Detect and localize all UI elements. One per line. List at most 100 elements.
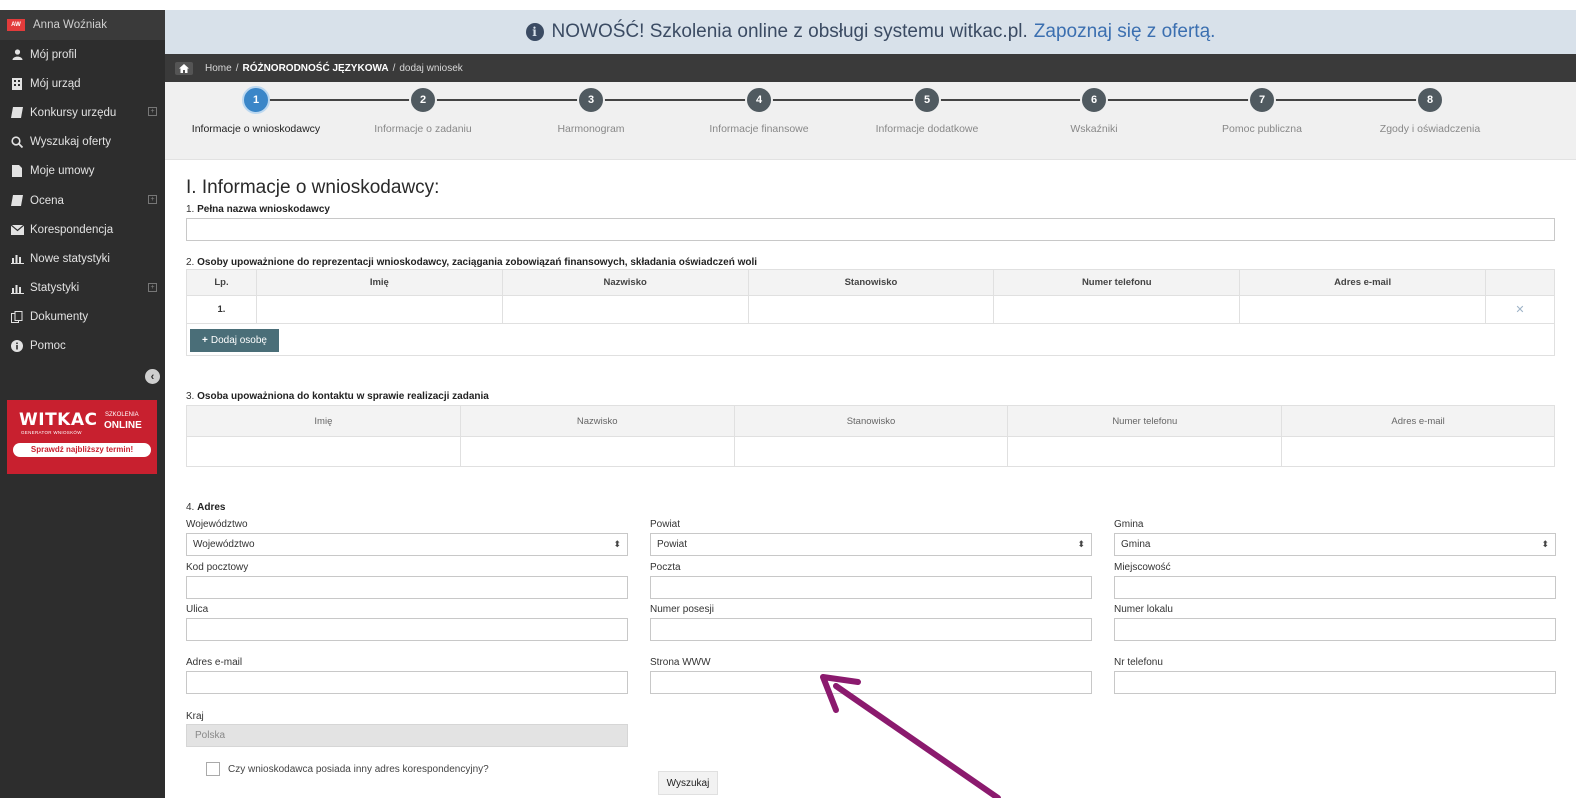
step-2[interactable]: 2 Informacje o zadaniu bbox=[343, 86, 503, 135]
sidebar-item-evaluation[interactable]: Ocena + bbox=[0, 186, 165, 215]
apartment-number-input[interactable] bbox=[1114, 618, 1556, 641]
last-name-cell[interactable] bbox=[501, 295, 749, 324]
info-icon bbox=[10, 340, 24, 353]
step-number: 7 bbox=[1248, 86, 1276, 114]
question-text: Osoby upoważnione do reprezentacji wnios… bbox=[197, 257, 758, 268]
first-name-cell[interactable] bbox=[186, 436, 461, 467]
applicant-name-input[interactable] bbox=[186, 218, 1555, 241]
breadcrumb-home[interactable]: Home bbox=[205, 63, 232, 74]
street-input[interactable] bbox=[186, 618, 628, 641]
step-number: 1 bbox=[242, 86, 270, 114]
step-7[interactable]: 7 Pomoc publiczna bbox=[1182, 86, 1342, 135]
house-number-input[interactable] bbox=[650, 618, 1092, 641]
ad-tag-big: ONLINE bbox=[104, 420, 142, 431]
column-header: Lp. bbox=[186, 269, 257, 296]
close-icon[interactable]: ✕ bbox=[1515, 304, 1524, 316]
sidebar-item-label: Ocena bbox=[30, 194, 64, 207]
step-6[interactable]: 6 Wskaźniki bbox=[1014, 86, 1174, 135]
expand-icon[interactable]: + bbox=[148, 282, 157, 292]
column-header: Nazwisko bbox=[501, 269, 749, 296]
step-1[interactable]: 1 Informacje o wnioskodawcy bbox=[176, 86, 336, 135]
select-arrows-icon: ⬍ bbox=[1077, 539, 1085, 549]
website-input[interactable] bbox=[650, 671, 1092, 694]
sidebar-item-contracts[interactable]: Moje umowy bbox=[0, 157, 165, 186]
step-label: Pomoc publiczna bbox=[1222, 123, 1302, 135]
step-label: Informacje o zadaniu bbox=[374, 123, 472, 135]
news-banner: i NOWOŚĆ! Szkolenia online z obsługi sys… bbox=[165, 10, 1576, 54]
breadcrumb-section[interactable]: RÓŻNORODNOŚĆ JĘZYKOWA bbox=[242, 63, 388, 74]
user-menu[interactable]: AW Anna Woźniak bbox=[0, 10, 165, 40]
step-5[interactable]: 5 Informacje dodatkowe bbox=[847, 86, 1007, 135]
expand-icon[interactable]: + bbox=[148, 194, 157, 204]
question-number: 1. bbox=[186, 204, 195, 215]
step-8[interactable]: 8 Zgody i oświadczenia bbox=[1350, 86, 1510, 135]
sidebar-item-help[interactable]: Pomoc bbox=[0, 332, 165, 361]
step-label: Informacje o wnioskodawcy bbox=[191, 123, 321, 135]
document-icon bbox=[10, 165, 24, 178]
step-label: Zgody i oświadczenia bbox=[1379, 123, 1481, 135]
country-label: Kraj bbox=[186, 711, 204, 722]
ad-cta[interactable]: Sprawdź najbliższy termin! bbox=[13, 443, 151, 457]
step-number: 6 bbox=[1080, 86, 1108, 114]
post-office-input[interactable] bbox=[650, 576, 1092, 599]
sidebar-item-label: Mój profil bbox=[30, 48, 77, 61]
county-select[interactable]: Powiat ⬍ bbox=[650, 533, 1092, 556]
info-icon: i bbox=[525, 23, 544, 41]
sidebar-item-competitions[interactable]: Konkursy urzędu + bbox=[0, 98, 165, 127]
position-cell[interactable] bbox=[733, 436, 1009, 467]
email-input[interactable] bbox=[186, 671, 628, 694]
news-banner-text: NOWOŚĆ! Szkolenia online z obsługi syste… bbox=[551, 21, 1028, 42]
phone-cell[interactable] bbox=[993, 295, 1241, 324]
phone-cell[interactable] bbox=[1007, 436, 1283, 467]
row-number: 1. bbox=[186, 295, 257, 324]
column-header-actions bbox=[1484, 269, 1556, 296]
phone-input[interactable] bbox=[1114, 671, 1556, 694]
correspondence-address-checkbox[interactable] bbox=[206, 762, 220, 776]
envelope-icon bbox=[10, 224, 24, 236]
add-person-button[interactable]: + Dodaj osobę bbox=[190, 329, 279, 352]
correspondence-address-label: Czy wnioskodawca posiada inny adres kore… bbox=[228, 764, 489, 775]
sidebar-item-documents[interactable]: Dokumenty bbox=[0, 303, 165, 332]
search-button[interactable]: Wyszukaj bbox=[658, 771, 718, 795]
question-3-label: 3. Osoba upoważniona do kontaktu w spraw… bbox=[186, 391, 489, 402]
step-number: 2 bbox=[409, 86, 437, 114]
table-row: 1. ✕ bbox=[186, 295, 1556, 324]
select-value: Województwo bbox=[193, 539, 255, 550]
commune-select[interactable]: Gmina ⬍ bbox=[1114, 533, 1556, 556]
app-root: AW Anna Woźniak Mój profil Mój urząd Kon… bbox=[0, 0, 1576, 798]
training-ad-banner[interactable]: WITKAC GENERATOR WNIOSKÓW SZKOLENIA ONLI… bbox=[7, 400, 157, 474]
sidebar-item-profile[interactable]: Mój profil bbox=[0, 40, 165, 69]
voivodeship-select[interactable]: Województwo ⬍ bbox=[186, 533, 628, 556]
sidebar-item-search-offers[interactable]: Wyszukaj oferty bbox=[0, 128, 165, 157]
website-label: Strona WWW bbox=[650, 657, 711, 668]
breadcrumb-separator: / bbox=[235, 62, 239, 74]
voivodeship-label: Województwo bbox=[186, 519, 248, 530]
step-3[interactable]: 3 Harmonogram bbox=[511, 86, 671, 135]
sidebar-item-label: Pomoc bbox=[30, 340, 66, 353]
sidebar-item-correspondence[interactable]: Korespondencja bbox=[0, 215, 165, 244]
expand-icon[interactable]: + bbox=[148, 107, 157, 117]
news-banner-link[interactable]: Zapoznaj się z ofertą. bbox=[1034, 21, 1216, 43]
last-name-cell[interactable] bbox=[459, 436, 735, 467]
question-number: 2. bbox=[186, 257, 195, 268]
question-text: Adres bbox=[197, 502, 226, 513]
sidebar-item-stats[interactable]: Statystyki + bbox=[0, 274, 165, 303]
first-name-cell[interactable] bbox=[255, 295, 503, 324]
city-input[interactable] bbox=[1114, 576, 1556, 599]
step-label: Wskaźniki bbox=[1070, 123, 1118, 135]
question-number: 3. bbox=[186, 391, 195, 402]
step-4[interactable]: 4 Informacje finansowe bbox=[679, 86, 839, 135]
step-number: 3 bbox=[577, 86, 605, 114]
email-cell[interactable] bbox=[1281, 436, 1555, 467]
breadcrumb-separator: / bbox=[392, 62, 396, 74]
collapse-sidebar-button[interactable]: ‹ bbox=[145, 369, 160, 384]
county-label: Powiat bbox=[650, 519, 681, 530]
position-cell[interactable] bbox=[747, 295, 995, 324]
email-cell[interactable] bbox=[1239, 295, 1486, 324]
apartment-number-label: Numer lokalu bbox=[1114, 604, 1173, 615]
home-icon[interactable] bbox=[175, 61, 193, 75]
column-header: Stanowisko bbox=[733, 405, 1009, 437]
postal-code-input[interactable] bbox=[186, 576, 628, 599]
sidebar-item-new-stats[interactable]: Nowe statystyki bbox=[0, 244, 165, 273]
sidebar-item-office[interactable]: Mój urząd bbox=[0, 69, 165, 98]
